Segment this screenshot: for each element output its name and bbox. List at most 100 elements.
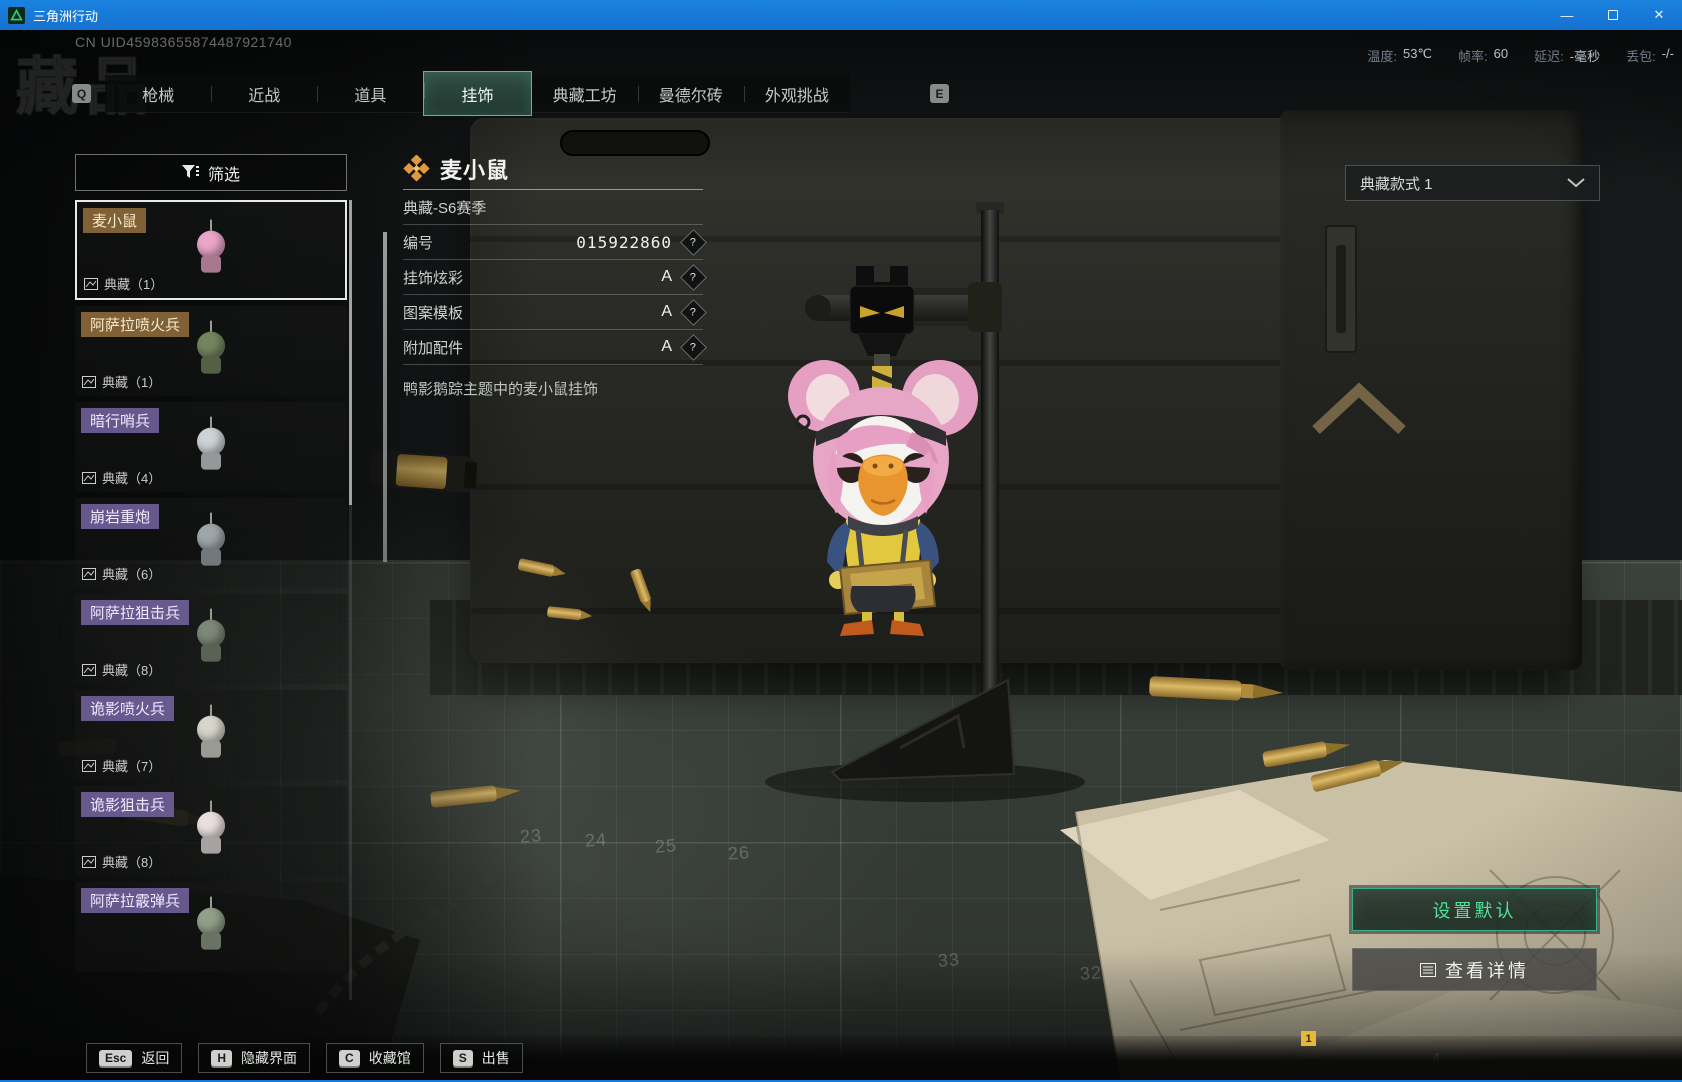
charm-description: 鸭影鹅踪主题中的麦小鼠挂饰 [403, 381, 599, 398]
tab-mandel-brick[interactable]: 曼德尔砖 [637, 75, 744, 112]
serial-value: 015922860 [576, 232, 672, 252]
colorway-grade: A [661, 268, 672, 285]
collection-badge: 典藏（7） [82, 756, 161, 775]
list-item-charm[interactable]: 麦小鼠 典藏（1） [75, 200, 347, 300]
charm-title: 麦小鼠 [440, 157, 510, 183]
colorway-row: 挂饰炫彩 A ? [403, 260, 707, 295]
mat-number: 31 [1237, 977, 1261, 999]
mat-number: 26 [727, 842, 751, 864]
stat-temperature: 温度: 53℃ [1367, 46, 1433, 64]
chevron-down-icon [1567, 178, 1585, 188]
collection-badge: 典藏（6） [82, 564, 161, 583]
set-default-button[interactable]: 设置默认 [1352, 888, 1597, 931]
list-item-charm[interactable]: 阿萨拉霰弹兵 [75, 882, 347, 972]
collection-badge-icon [84, 277, 98, 290]
accessory-grade: A [661, 338, 672, 355]
mat-number: 32 [1079, 962, 1103, 984]
rarity-diamond-icon [403, 155, 430, 182]
sidebar-scrollbar-thumb[interactable] [349, 200, 352, 505]
filter-label: 筛选 [207, 166, 240, 184]
stat-packet-loss: 丢包: -/- [1626, 46, 1674, 64]
maximize-icon [1608, 10, 1618, 20]
list-item-charm[interactable]: 阿萨拉喷火兵 典藏（1） [75, 306, 347, 396]
list-item-charm[interactable]: 崩岩重炮 典藏（6） [75, 498, 347, 588]
h-keycap: H [211, 1050, 233, 1066]
close-button[interactable]: ✕ [1636, 0, 1682, 30]
collection-badge: 典藏（1） [84, 274, 163, 293]
help-icon[interactable]: ? [680, 263, 707, 291]
detail-scroll-indicator [383, 232, 387, 562]
list-item-charm[interactable]: 暗行哨兵 典藏（4） [75, 402, 347, 492]
help-icon[interactable]: ? [680, 228, 707, 256]
charm-thumbnail [189, 320, 233, 387]
tab-melee[interactable]: 近战 [211, 75, 317, 112]
tab-appearance-challenge[interactable]: 外观挑战 [743, 75, 850, 112]
tab-collection-workshop[interactable]: 典藏工坊 [532, 75, 638, 112]
help-icon[interactable]: ? [680, 298, 707, 326]
game-viewport: 23 24 25 26 33 32 31 CN UID4598365587448… [0, 30, 1682, 1080]
player-uid: CN UID45983655874487921740 [75, 34, 292, 50]
charm-name-label: 崩岩重炮 [81, 504, 160, 529]
charm-name-label: 阿萨拉喷火兵 [81, 312, 190, 337]
help-icon[interactable]: ? [680, 333, 707, 361]
collection-badge-icon [82, 471, 96, 484]
tab-guns[interactable]: 枪械 [105, 75, 211, 112]
collection-badge-icon [82, 375, 96, 388]
stat-latency: 延迟: -毫秒 [1534, 49, 1601, 64]
collection-badge-icon [82, 759, 96, 772]
filter-button[interactable]: 筛选 [75, 154, 347, 191]
mat-number: 33 [937, 949, 961, 971]
crate-latch [1325, 225, 1357, 353]
pattern-row: 图案模板 A ? [403, 295, 707, 330]
charm-thumbnail [189, 608, 233, 675]
charm-thumbnail [189, 704, 233, 771]
collection-badge: 典藏（4） [82, 468, 161, 487]
serial-row: 编号 015922860 ? [403, 225, 707, 260]
s-keycap: S [452, 1050, 473, 1066]
next-tab-key-hint: E [930, 84, 949, 103]
charm-list: 麦小鼠 典藏（1） 阿萨拉喷火兵 典藏（1） 暗行哨兵 典藏（4） 崩岩重炮 典… [75, 200, 351, 1000]
charm-thumbnail [189, 416, 233, 483]
charm-thumbnail [189, 219, 233, 286]
category-tabs: 枪械 近战 道具 挂饰 典藏工坊 曼德尔砖 外观挑战 [105, 71, 850, 116]
hide-ui-button[interactable]: H 隐藏界面 [198, 1043, 311, 1073]
back-button[interactable]: Esc 返回 [86, 1043, 183, 1073]
maximize-button[interactable] [1590, 0, 1636, 30]
tab-items[interactable]: 道具 [317, 75, 423, 112]
tab-charms[interactable]: 挂饰 [423, 71, 532, 116]
filter-icon [181, 165, 199, 178]
charm-thumbnail [189, 512, 233, 579]
pattern-grade: A [661, 303, 672, 320]
stat-fps: 帧率: 60 [1458, 46, 1509, 64]
charm-name-label: 麦小鼠 [83, 208, 147, 233]
style-dropdown-value: 典藏款式 1 [1360, 175, 1433, 193]
prev-tab-key-hint: Q [72, 84, 91, 103]
sidebar-scrollbar[interactable] [349, 200, 352, 1000]
season-label: 典藏-S6赛季 [403, 199, 487, 217]
charm-name-label: 阿萨拉狙击兵 [81, 600, 190, 625]
mat-number: 23 [519, 825, 543, 847]
charm-name-label: 诡影喷火兵 [81, 696, 175, 721]
style-dropdown[interactable]: 典藏款式 1 [1345, 165, 1600, 201]
os-titlebar: 三角洲行动 — ✕ [0, 0, 1682, 30]
mat-number: 25 [654, 835, 678, 857]
details-icon [1420, 962, 1436, 977]
list-item-charm[interactable]: 诡影喷火兵 典藏（7） [75, 690, 347, 780]
notification-badge: 1 [1301, 1031, 1316, 1046]
minimize-button[interactable]: — [1544, 0, 1590, 30]
sell-button[interactable]: S 出售 [439, 1043, 523, 1073]
collection-badge: 典藏（8） [82, 852, 161, 871]
hotkey-hints: Esc 返回 H 隐藏界面 C 收藏馆 S 出售 [86, 1043, 523, 1073]
window-title: 三角洲行动 [33, 8, 99, 24]
charm-detail-panel: 麦小鼠 典藏-S6赛季 编号 015922860 ? 挂饰炫彩 A ? 图案模板… [383, 148, 707, 562]
collection-badge-icon [82, 663, 96, 676]
collection-hall-button[interactable]: C 收藏馆 [326, 1043, 424, 1073]
collection-badge: 典藏（8） [82, 660, 161, 679]
charm-thumbnail [189, 800, 233, 867]
view-details-button[interactable]: 查看详情 [1352, 948, 1597, 991]
c-keycap: C [339, 1050, 360, 1066]
collection-badge-icon [82, 855, 96, 868]
list-item-charm[interactable]: 诡影狙击兵 典藏（8） [75, 786, 347, 876]
list-item-charm[interactable]: 阿萨拉狙击兵 典藏（8） [75, 594, 347, 684]
season-row: 典藏-S6赛季 [403, 190, 703, 225]
